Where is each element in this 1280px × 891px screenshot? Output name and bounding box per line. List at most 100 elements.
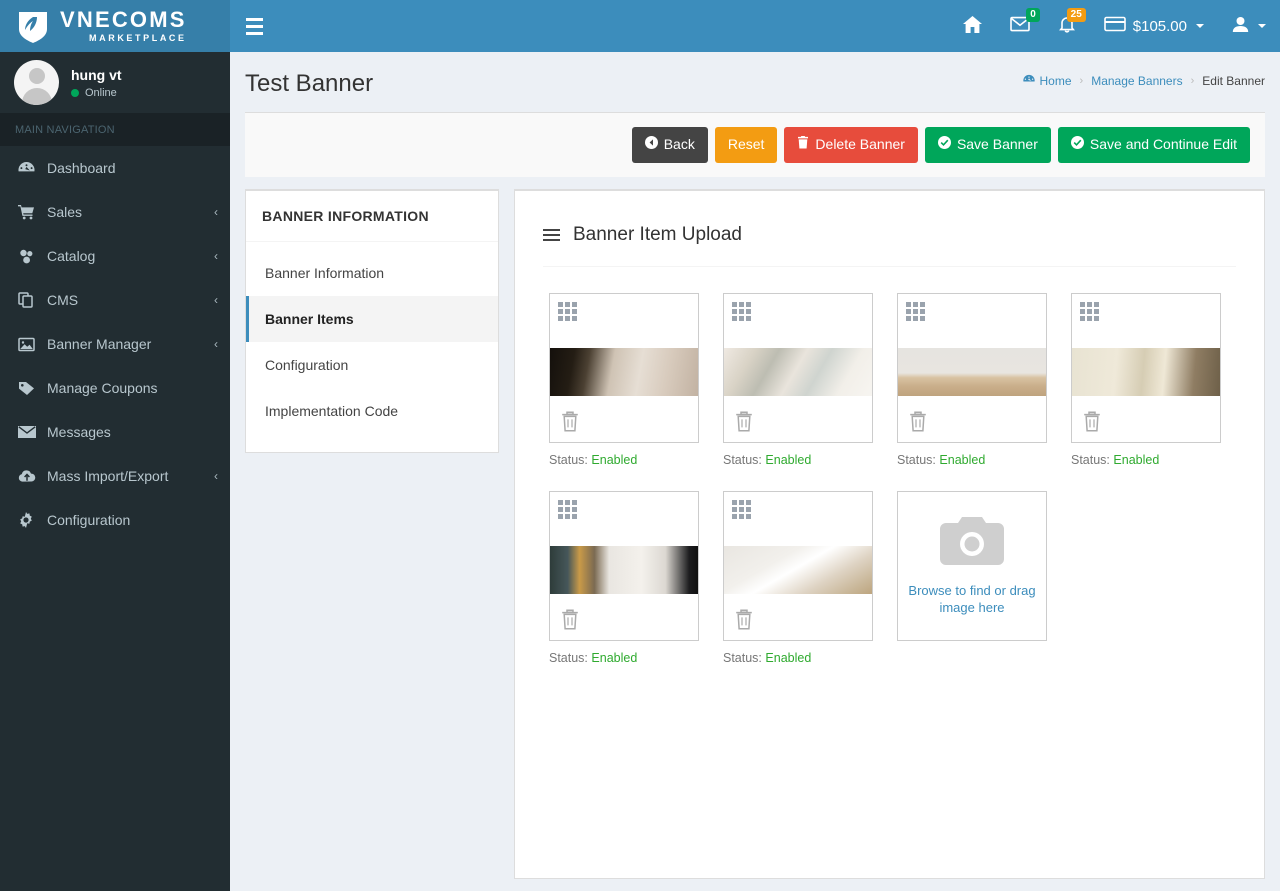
delete-banner-item-button[interactable] xyxy=(560,608,580,631)
tab-banner-items[interactable]: Banner Items xyxy=(246,295,498,342)
status-label: Status: xyxy=(723,452,762,467)
sidebar-toggle-button[interactable] xyxy=(230,0,278,52)
banner-item-status: Status: Enabled xyxy=(1071,443,1221,467)
tab-label: Banner Information xyxy=(265,264,385,281)
status-value: Enabled xyxy=(591,650,638,665)
breadcrumb-separator: › xyxy=(1079,75,1084,87)
check-circle-icon xyxy=(937,135,951,155)
sidebar-item-messages[interactable]: Messages xyxy=(0,410,230,454)
sidebar-user-status-label: Online xyxy=(85,86,117,99)
grid-drag-handle-icon[interactable] xyxy=(732,301,751,321)
chevron-down-icon xyxy=(1196,24,1204,28)
banner-item-card[interactable] xyxy=(723,292,873,443)
sidebar-item-sales[interactable]: Sales ‹ xyxy=(0,190,230,234)
grid-drag-handle-icon[interactable] xyxy=(906,301,925,321)
arrow-left-circle-icon xyxy=(644,135,658,155)
back-button[interactable]: Back xyxy=(631,127,708,163)
banner-item-status: Status: Enabled xyxy=(897,443,1047,467)
delete-banner-item-button[interactable] xyxy=(560,410,580,433)
breadcrumb-manage-banners[interactable]: Manage Banners xyxy=(1091,74,1182,88)
delete-banner-item-button[interactable] xyxy=(908,410,928,433)
hamburger-icon-bar xyxy=(245,31,263,35)
avatar xyxy=(14,60,59,105)
save-banner-button-label: Save Banner xyxy=(956,136,1038,152)
banner-item-card[interactable] xyxy=(549,490,699,641)
image-uploader-dropzone[interactable]: Browse to find or drag image here xyxy=(897,490,1047,641)
sidebar-nav-header: MAIN NAVIGATION xyxy=(0,113,230,146)
save-banner-button[interactable]: Save Banner xyxy=(924,127,1051,163)
sidebar-item-mass-import-export[interactable]: Mass Import/Export ‹ xyxy=(0,454,230,498)
sidebar-item-catalog[interactable]: Catalog ‹ xyxy=(0,234,230,278)
status-value: Enabled xyxy=(939,452,986,467)
sidebar-item-cms[interactable]: CMS ‹ xyxy=(0,278,230,322)
delete-banner-button[interactable]: Delete Banner xyxy=(784,127,918,163)
tab-banner-information[interactable]: Banner Information xyxy=(246,250,498,296)
leaf-shield-logo-icon xyxy=(16,9,50,43)
tab-label: Configuration xyxy=(265,356,349,373)
banner-item: Status: Enabled xyxy=(549,490,699,665)
check-circle-icon xyxy=(1070,135,1084,155)
banner-item-thumbnail xyxy=(550,545,698,594)
user-icon xyxy=(1232,16,1249,37)
banner-item-status: Status: Enabled xyxy=(549,641,699,665)
sidebar-item-configuration[interactable]: Configuration xyxy=(0,498,230,542)
brand-logo[interactable]: VNECOMS MARKETPLACE xyxy=(0,0,230,52)
home-button[interactable] xyxy=(949,0,996,52)
sidebar-item-label: Mass Import/Export xyxy=(47,468,169,484)
banner-item-card[interactable] xyxy=(1071,292,1221,443)
main-row: BANNER INFORMATION Banner Information Ba… xyxy=(230,177,1280,879)
tag-icon xyxy=(18,381,38,396)
sidebar-item-label: Catalog xyxy=(47,248,96,264)
delete-banner-item-button[interactable] xyxy=(1082,410,1102,433)
status-value: Enabled xyxy=(1113,452,1160,467)
banner-item-thumbnail xyxy=(1072,347,1220,396)
delete-banner-item-button[interactable] xyxy=(734,608,754,631)
action-toolbar: Back Reset Delete Banner Save Banner Sav… xyxy=(245,112,1265,177)
banner-item: Status: Enabled xyxy=(549,292,699,467)
tab-implementation-code[interactable]: Implementation Code xyxy=(246,388,498,434)
breadcrumb-home[interactable]: Home xyxy=(1022,74,1072,88)
banner-item-card[interactable] xyxy=(723,490,873,641)
brand-tagline: MARKETPLACE xyxy=(89,33,187,43)
wallet-balance-button[interactable]: $105.00 xyxy=(1090,0,1218,52)
status-label: Status: xyxy=(897,452,936,467)
delete-banner-item-button[interactable] xyxy=(734,410,754,433)
banner-item-upload-panel: Banner Item Upload Status: Enabled Statu… xyxy=(514,188,1265,879)
admin-page: VNECOMS MARKETPLACE 0 25 $105.00 hung vt… xyxy=(0,0,1280,891)
brand-name: VNECOMS xyxy=(60,7,187,32)
banner-item-card[interactable] xyxy=(549,292,699,443)
sidebar-user-panel[interactable]: hung vt Online xyxy=(0,52,230,113)
grid-drag-handle-icon[interactable] xyxy=(558,301,577,321)
topbar-actions: 0 25 $105.00 xyxy=(949,0,1280,52)
tab-configuration[interactable]: Configuration xyxy=(246,342,498,388)
top-navigation-bar: 0 25 $105.00 xyxy=(230,0,1280,52)
credit-card-icon xyxy=(1103,16,1126,36)
sidebar-item-label: Dashboard xyxy=(47,160,116,176)
grid-drag-handle-icon[interactable] xyxy=(1080,301,1099,321)
banner-item-thumbnail xyxy=(724,347,872,396)
sidebar-item-banner-manager[interactable]: Banner Manager ‹ xyxy=(0,322,230,366)
envelope-icon xyxy=(18,425,38,439)
save-and-continue-edit-button[interactable]: Save and Continue Edit xyxy=(1057,127,1250,163)
status-label: Status: xyxy=(1071,452,1110,467)
grid-drag-handle-icon[interactable] xyxy=(732,499,751,519)
sidebar-item-manage-coupons[interactable]: Manage Coupons xyxy=(0,366,230,410)
trash-icon xyxy=(797,135,809,155)
banner-items-grid: Status: Enabled Status: Enabled Status: … xyxy=(515,267,1264,665)
sidebar-item-label: Manage Coupons xyxy=(47,380,158,396)
banner-item-uploader-cell: Browse to find or drag image here xyxy=(897,490,1047,665)
messages-button[interactable]: 0 xyxy=(996,0,1044,52)
banner-item-thumbnail xyxy=(550,347,698,396)
tab-list: Banner Information Banner Items Configur… xyxy=(246,242,498,452)
sidebar-item-label: Sales xyxy=(47,204,83,220)
user-menu-button[interactable] xyxy=(1218,0,1280,52)
sidebar-item-dashboard[interactable]: Dashboard xyxy=(0,146,230,190)
notifications-button[interactable]: 25 xyxy=(1044,0,1090,52)
banner-item-card[interactable] xyxy=(897,292,1047,443)
uploader-label: Browse to find or drag image here xyxy=(908,582,1036,616)
copy-icon xyxy=(18,292,38,308)
banner-item-status: Status: Enabled xyxy=(549,443,699,467)
panel-header: Banner Item Upload xyxy=(543,191,1236,267)
reset-button[interactable]: Reset xyxy=(714,127,778,163)
grid-drag-handle-icon[interactable] xyxy=(558,499,577,519)
